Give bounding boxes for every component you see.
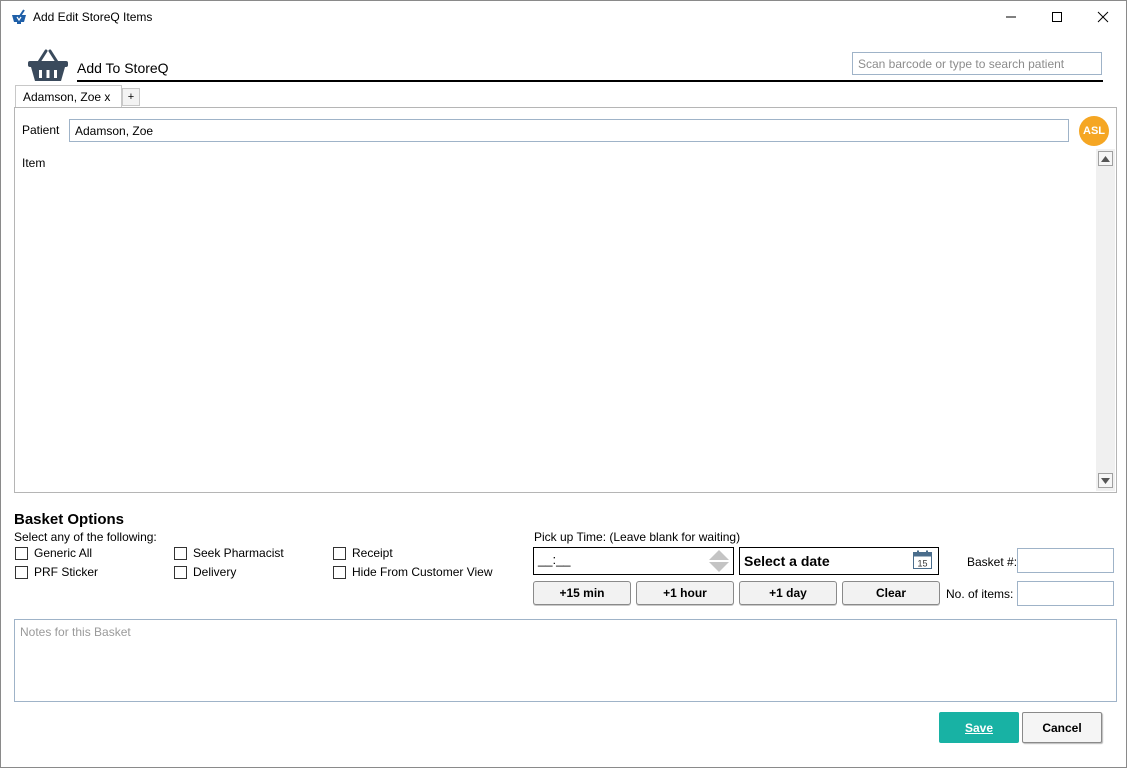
button-label: +1 hour — [663, 586, 707, 600]
asl-badge[interactable]: ASL — [1079, 116, 1109, 146]
checkbox-label: Receipt — [352, 546, 393, 560]
checkbox-delivery[interactable]: Delivery — [174, 565, 236, 579]
checkbox-box[interactable] — [174, 546, 187, 560]
header-divider — [77, 80, 1103, 82]
mortar-pestle-icon — [12, 9, 26, 24]
page-title: Add To StoreQ — [77, 60, 169, 76]
close-button[interactable] — [1080, 1, 1126, 33]
asl-badge-label: ASL — [1083, 125, 1105, 137]
add-1-hour-button[interactable]: +1 hour — [636, 581, 734, 605]
checkbox-box[interactable] — [174, 565, 187, 579]
scroll-down-button[interactable] — [1098, 473, 1113, 488]
plus-icon: + — [127, 91, 135, 103]
shopping-basket-icon — [28, 49, 68, 81]
window-title: Add Edit StoreQ Items — [33, 10, 153, 24]
checkbox-receipt[interactable]: Receipt — [333, 546, 393, 560]
save-button-label: Save — [964, 720, 994, 735]
calendar-icon[interactable]: 15 — [913, 550, 932, 569]
checkbox-generic-all[interactable]: Generic All — [15, 546, 92, 560]
num-items-label: No. of items: — [946, 587, 1014, 601]
num-items-field[interactable] — [1017, 581, 1114, 606]
clear-pickup-button[interactable]: Clear — [842, 581, 940, 605]
tab-patient[interactable]: Adamson, Zoe x — [15, 85, 122, 108]
arrow-down-icon — [1101, 477, 1110, 484]
checkbox-box[interactable] — [15, 546, 28, 560]
add-edit-storeq-window: Add Edit StoreQ Items Add To StoreQ Adam… — [0, 0, 1127, 768]
checkbox-label: Generic All — [34, 546, 93, 560]
pickup-date-input[interactable]: Select a date — [739, 547, 939, 575]
title-bar: Add Edit StoreQ Items — [1, 1, 1126, 33]
checkbox-prf-sticker[interactable]: PRF Sticker — [15, 565, 98, 579]
minimize-button[interactable] — [988, 1, 1034, 33]
basket-number-label: Basket #: — [967, 555, 1018, 569]
item-label: Item — [22, 156, 46, 170]
close-icon — [1097, 11, 1109, 23]
pickup-date-placeholder: Select a date — [744, 553, 830, 569]
checkbox-label: Seek Pharmacist — [193, 546, 284, 560]
pickup-time-value: __:__ — [538, 552, 571, 567]
checkbox-box[interactable] — [15, 565, 28, 579]
patient-label: Patient — [22, 123, 60, 137]
checkbox-box[interactable] — [333, 565, 346, 579]
patient-field[interactable] — [69, 119, 1069, 142]
checkbox-label: Hide From Customer View — [352, 565, 493, 579]
pickup-time-label: Pick up Time: (Leave blank for waiting) — [534, 530, 741, 544]
item-scrollbar[interactable] — [1096, 149, 1115, 491]
time-spinner-icon[interactable] — [708, 549, 730, 573]
checkbox-label: PRF Sticker — [34, 565, 99, 579]
cancel-button[interactable]: Cancel — [1022, 712, 1102, 743]
add-15-min-button[interactable]: +15 min — [533, 581, 631, 605]
arrow-up-icon — [1101, 155, 1110, 162]
tab-label: Adamson, Zoe x — [23, 90, 111, 104]
scroll-up-button[interactable] — [1098, 151, 1113, 166]
button-label: +1 day — [769, 586, 807, 600]
patient-search-input[interactable] — [852, 52, 1102, 75]
checkbox-box[interactable] — [333, 546, 346, 560]
basket-number-field[interactable] — [1017, 548, 1114, 573]
patient-panel — [14, 107, 1117, 493]
maximize-button[interactable] — [1034, 1, 1080, 33]
calendar-day: 15 — [917, 559, 927, 569]
add-1-day-button[interactable]: +1 day — [739, 581, 837, 605]
basket-options-instruction: Select any of the following: — [14, 530, 157, 544]
pickup-time-input[interactable]: __:__ — [533, 547, 734, 575]
maximize-icon — [1052, 12, 1062, 22]
cancel-button-label: Cancel — [1042, 720, 1082, 735]
checkbox-seek-pharmacist[interactable]: Seek Pharmacist — [174, 546, 284, 560]
checkbox-hide-from-customer-view[interactable]: Hide From Customer View — [333, 565, 492, 579]
button-label: Clear — [875, 586, 907, 600]
checkbox-label: Delivery — [193, 565, 237, 579]
minimize-icon — [1006, 16, 1016, 18]
button-label: +15 min — [559, 586, 605, 600]
add-tab-button[interactable]: + — [122, 88, 140, 106]
basket-options-title: Basket Options — [14, 511, 125, 528]
save-button[interactable]: Save — [939, 712, 1019, 743]
basket-notes-field[interactable] — [14, 619, 1117, 702]
